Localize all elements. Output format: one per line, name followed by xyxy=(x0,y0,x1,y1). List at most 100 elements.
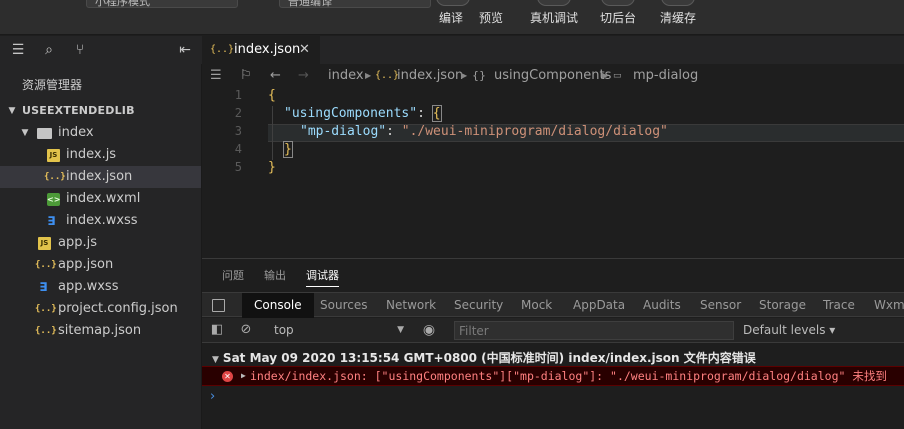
chevron-right-icon: ▶ xyxy=(461,71,468,80)
json-file-icon: {..} xyxy=(44,172,66,182)
inspect-element-icon[interactable] xyxy=(212,299,225,312)
project-section-header[interactable]: ▼ USEEXTENDEDLIB xyxy=(0,100,201,122)
breadcrumb-item[interactable]: index.json xyxy=(397,64,463,88)
chevron-down-icon: ▼ xyxy=(212,355,219,365)
code-token: { xyxy=(268,88,276,103)
project-name: USEEXTENDEDLIB xyxy=(22,104,135,117)
folder-index[interactable]: ▼ index xyxy=(0,122,201,144)
breadcrumb-item[interactable]: mp-dialog xyxy=(633,64,698,88)
log-levels-dropdown[interactable]: Default levels ▾ xyxy=(743,318,835,343)
context-select[interactable]: top ▼ xyxy=(274,320,404,340)
error-message: index/index.json: ["usingComponents"]["m… xyxy=(250,369,887,383)
file-index-js[interactable]: JS index.js xyxy=(0,144,201,166)
file-project-config-json[interactable]: {..} project.config.json xyxy=(0,298,201,320)
folder-icon xyxy=(37,128,52,139)
compile-button[interactable]: 编译 xyxy=(436,0,470,35)
explorer-sidebar: 资源管理器 ▼ USEEXTENDEDLIB ▼ index JS index.… xyxy=(0,64,202,429)
file-app-wxss[interactable]: ∃ app.wxss xyxy=(0,276,201,298)
forward-arrow-icon[interactable]: → xyxy=(298,64,309,88)
wxss-file-icon: ∃ xyxy=(39,280,48,294)
bottom-panel: 问题 输出 调试器 Console Sources Network Securi… xyxy=(202,258,904,429)
file-app-json[interactable]: {..} app.json xyxy=(0,254,201,276)
explorer-icon[interactable]: ☰ xyxy=(10,42,26,58)
console-prompt[interactable]: › xyxy=(210,389,215,404)
tab-network[interactable]: Network xyxy=(386,293,436,318)
clear-cache-label: 清缓存 xyxy=(659,11,696,25)
tab-trace[interactable]: Trace xyxy=(823,293,855,318)
background-button[interactable]: 切后台 xyxy=(597,0,639,35)
clear-console-icon[interactable]: ⊘ xyxy=(239,323,253,337)
top-toolbar: 小程序模式 普通编译 编译 预览 真机调试 切后台 清缓存 xyxy=(0,0,904,35)
breadcrumb-item[interactable]: index xyxy=(328,64,364,88)
console-error-row[interactable]: ✕ ▶ index/index.json: ["usingComponents"… xyxy=(202,366,904,386)
devtools-tabs: Console Sources Network Security Mock Ap… xyxy=(202,292,904,318)
filter-input[interactable] xyxy=(454,321,734,340)
wxml-file-icon: <> xyxy=(47,193,61,206)
list-icon[interactable]: ☰ xyxy=(210,64,222,88)
search-icon[interactable]: ⌕ xyxy=(41,42,57,58)
tab-sources[interactable]: Sources xyxy=(320,293,367,318)
file-index-wxss[interactable]: ∃ index.wxss xyxy=(0,210,201,232)
breadcrumb-item[interactable]: usingComponents xyxy=(494,64,611,88)
file-label: app.wxss xyxy=(58,279,119,294)
compile-label: 编译 xyxy=(438,11,463,25)
file-label: index.json xyxy=(66,169,133,184)
console-toolbar: ◧ ⊘ top ▼ ◉ Default levels ▾ xyxy=(202,318,904,343)
file-sitemap-json[interactable]: {..} sitemap.json xyxy=(0,320,201,342)
tab-output[interactable]: 输出 xyxy=(264,267,286,283)
wxss-file-icon: ∃ xyxy=(47,214,56,228)
activity-bar: ☰ ⌕ ⑂ ⇤ xyxy=(0,36,202,64)
sidebar-toggle-icon[interactable]: ◧ xyxy=(210,323,224,337)
explorer-title: 资源管理器 xyxy=(22,78,83,92)
line-number: 1 xyxy=(234,88,242,102)
code-line-2: "usingComponents": { xyxy=(284,105,442,122)
code-token: "./weui-miniprogram/dialog/dialog" xyxy=(401,124,668,139)
bookmark-icon[interactable]: ⚐ xyxy=(240,64,252,88)
preview-button[interactable]: 预览 xyxy=(476,0,506,35)
line-number: 4 xyxy=(234,142,242,156)
code-token: "usingComponents" xyxy=(284,106,418,121)
close-icon[interactable]: ✕ xyxy=(299,36,310,64)
compile-mode-select[interactable]: 普通编译 xyxy=(279,0,431,8)
mode-select[interactable]: 小程序模式 xyxy=(86,0,238,8)
background-label: 切后台 xyxy=(599,11,636,25)
file-index-json[interactable]: {..} index.json xyxy=(0,166,201,188)
tab-console[interactable]: Console xyxy=(242,293,314,318)
tab-debugger[interactable]: 调试器 xyxy=(306,267,339,287)
tab-audits[interactable]: Audits xyxy=(643,293,681,318)
file-label: sitemap.json xyxy=(58,323,142,338)
file-label: index.wxml xyxy=(66,191,141,206)
clear-cache-button[interactable]: 清缓存 xyxy=(657,0,699,35)
file-index-wxml[interactable]: <> index.wxml xyxy=(0,188,201,210)
tab-wxml[interactable]: Wxml xyxy=(874,293,904,318)
tab-label: index.json xyxy=(234,42,301,57)
code-editor[interactable]: 1 2 3 4 5 { "usingComponents": { "mp-dia… xyxy=(202,88,904,258)
line-number: 3 xyxy=(234,124,242,138)
string-icon: ▭ xyxy=(613,71,622,81)
folder-label: index xyxy=(58,125,94,140)
remote-debug-button[interactable]: 真机调试 xyxy=(528,0,580,35)
json-file-icon: {..} xyxy=(35,304,57,314)
file-app-js[interactable]: JS app.js xyxy=(0,232,201,254)
tab-mock[interactable]: Mock xyxy=(521,293,552,318)
tab-problems[interactable]: 问题 xyxy=(222,267,244,283)
eye-icon[interactable]: ◉ xyxy=(422,323,436,337)
back-arrow-icon[interactable]: ← xyxy=(270,64,281,88)
code-line-4: } xyxy=(283,141,293,158)
context-value: top xyxy=(274,323,294,337)
tab-security[interactable]: Security xyxy=(454,293,503,318)
tab-storage[interactable]: Storage xyxy=(759,293,806,318)
source-control-icon[interactable]: ⑂ xyxy=(72,42,88,58)
preview-label: 预览 xyxy=(478,11,503,25)
clear-cache-icon xyxy=(661,0,695,6)
collapse-panel-icon[interactable]: ⇤ xyxy=(177,42,193,58)
json-file-icon: {..} xyxy=(35,260,57,270)
tab-index-json[interactable]: {..} index.json ✕ xyxy=(202,36,320,64)
js-file-icon: JS xyxy=(47,149,60,162)
tab-sensor[interactable]: Sensor xyxy=(700,293,741,318)
tab-appdata[interactable]: AppData xyxy=(573,293,625,318)
editor-tab-strip: {..} index.json ✕ xyxy=(202,36,904,64)
console-log-group[interactable]: ▼ Sat May 09 2020 13:15:54 GMT+0800 (中国标准… xyxy=(212,349,756,366)
expand-icon[interactable]: ▶ xyxy=(241,367,246,385)
code-line-5: } xyxy=(268,160,276,175)
